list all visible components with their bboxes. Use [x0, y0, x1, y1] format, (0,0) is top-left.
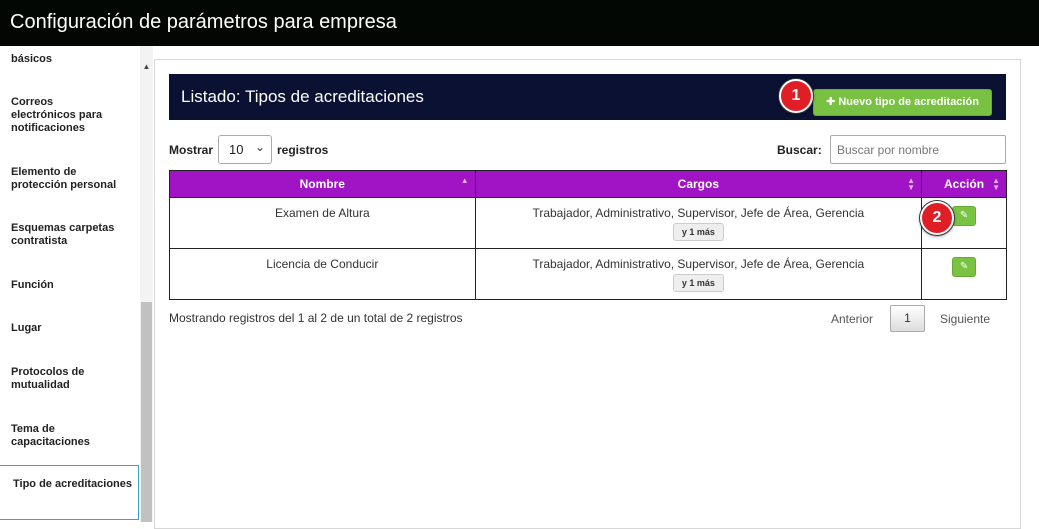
table-info: Mostrando registros del 1 al 2 de un tot…: [169, 311, 463, 325]
step-marker-1: 1: [779, 79, 813, 113]
more-badge[interactable]: y 1 más: [672, 223, 724, 241]
cargos-text: Trabajador, Administrativo, Supervisor, …: [532, 206, 865, 220]
pager-next[interactable]: Siguiente: [940, 312, 990, 326]
records-label: registros: [277, 143, 329, 157]
more-badge[interactable]: y 1 más: [672, 274, 724, 292]
cargos-text: Trabajador, Administrativo, Supervisor, …: [532, 257, 865, 271]
search-label: Buscar:: [777, 143, 822, 157]
sidebar-item-lugar[interactable]: Lugar: [0, 322, 139, 335]
app-title-bar: Configuración de parámetros para empresa: [0, 0, 1039, 46]
app-title: Configuración de parámetros para empresa: [10, 11, 397, 33]
sidebar-item-funcion[interactable]: Función: [0, 279, 139, 292]
panel-header: Listado: Tipos de acreditaciones ✚ Nuevo…: [169, 74, 1006, 120]
search-input[interactable]: Buscar por nombre: [830, 135, 1006, 164]
panel-title: Listado: Tipos de acreditaciones: [181, 87, 424, 106]
sidebar-item-tema[interactable]: Tema de capacitaciones: [0, 423, 110, 449]
sidebar-item-esquemas[interactable]: Esquemas carpetas contratista: [0, 222, 130, 248]
table-row: Examen de Altura Trabajador, Administrat…: [169, 197, 1007, 249]
edit-button[interactable]: ✎: [952, 206, 977, 226]
cell-nombre: Licencia de Conducir: [169, 248, 476, 300]
column-header-accion[interactable]: Acción ▲ ▼: [921, 170, 1007, 198]
sidebar-item-correos[interactable]: Correos electrónicos para notificaciones: [0, 96, 120, 135]
column-header-nombre[interactable]: Nombre ▲: [169, 170, 476, 198]
page-length-select[interactable]: 10 ⌄: [218, 135, 272, 164]
cell-cargos: Trabajador, Administrativo, Supervisor, …: [474, 248, 923, 300]
cell-accion: ✎: [921, 248, 1007, 300]
new-accreditation-button[interactable]: ✚ Nuevo tipo de acreditación: [813, 89, 992, 116]
sidebar: básicos Correos electrónicos para notifi…: [0, 46, 139, 522]
sidebar-item-tipo-acreditaciones[interactable]: Tipo de acreditaciones: [0, 465, 139, 520]
pencil-icon: ✎: [959, 210, 969, 221]
pager-previous[interactable]: Anterior: [831, 312, 873, 326]
page-length-value: 10: [229, 142, 244, 157]
scroll-up-arrow-icon[interactable]: ▲: [140, 62, 153, 72]
cell-nombre: Examen de Altura: [169, 197, 476, 249]
sidebar-item-protocolos[interactable]: Protocolos de mutualidad: [0, 366, 110, 392]
pager-page-1[interactable]: 1: [890, 305, 925, 332]
cell-cargos: Trabajador, Administrativo, Supervisor, …: [474, 197, 923, 249]
sort-icon: ▲ ▼: [907, 176, 916, 192]
sidebar-item-basicos[interactable]: básicos: [0, 53, 139, 66]
edit-button[interactable]: ✎: [952, 257, 977, 277]
accreditations-table: Nombre ▲ Cargos ▲ ▼ Acción ▲ ▼ Examen de A…: [169, 170, 1007, 300]
table-row: Licencia de Conducir Trabajador, Adminis…: [169, 248, 1007, 300]
sidebar-scrollbar[interactable]: ▲: [140, 46, 153, 522]
pencil-icon: ✎: [959, 261, 969, 272]
sidebar-item-epp[interactable]: Elemento de protección personal: [0, 166, 130, 192]
sort-icon: ▲ ▼: [992, 176, 1000, 192]
chevron-down-icon: ⌄: [254, 140, 265, 154]
column-header-cargos[interactable]: Cargos ▲ ▼: [474, 170, 923, 198]
show-label: Mostrar: [169, 143, 214, 157]
scrollbar-thumb[interactable]: [141, 302, 152, 522]
step-marker-2: 2: [920, 201, 954, 235]
sort-asc-icon: ▲: [460, 176, 469, 185]
